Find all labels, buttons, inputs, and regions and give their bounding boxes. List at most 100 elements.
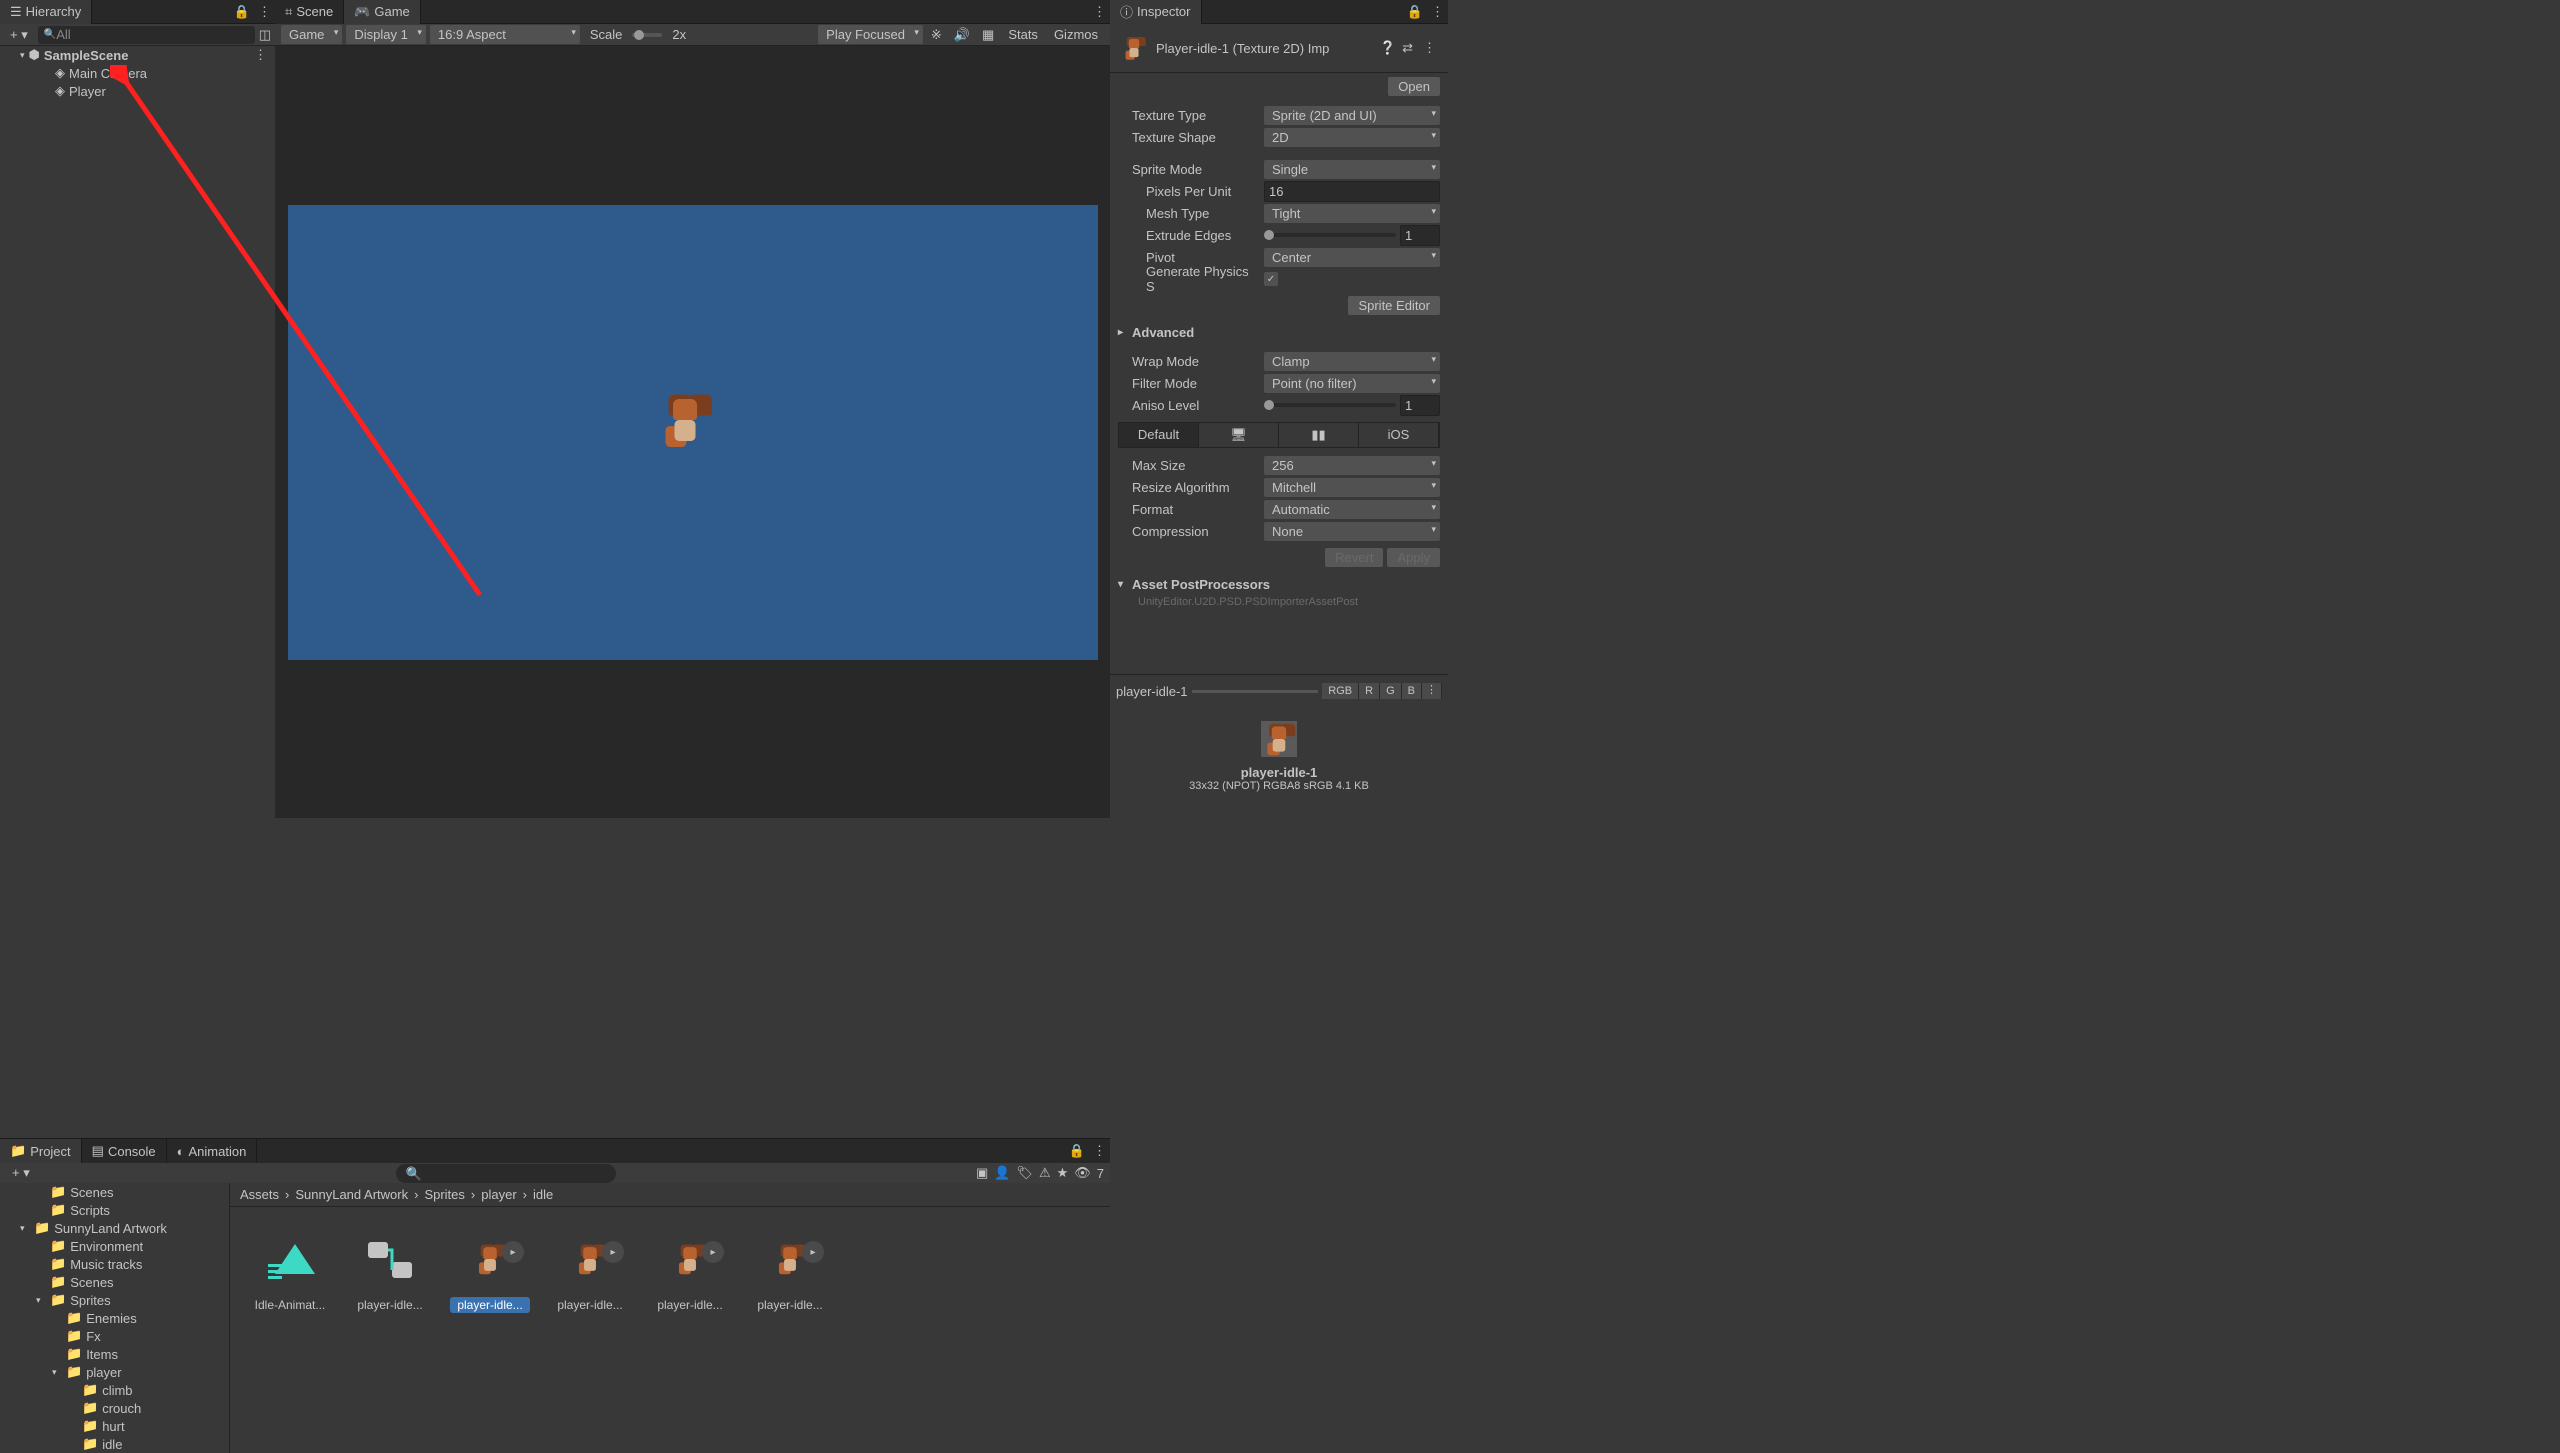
settings-icon[interactable]: ⇄ bbox=[1402, 40, 1413, 56]
hidden-icon[interactable]: 👁 bbox=[1074, 1165, 1091, 1181]
asset-item[interactable]: player-idle... bbox=[350, 1227, 430, 1313]
lock-icon[interactable]: 🔒 bbox=[230, 4, 254, 20]
mute-icon[interactable]: ※ bbox=[927, 27, 946, 43]
breadcrumb-item[interactable]: SunnyLand Artwork bbox=[295, 1187, 408, 1202]
folder-item[interactable]: 📁Scenes bbox=[0, 1183, 229, 1201]
sprite-mode-dropdown[interactable]: Single bbox=[1264, 160, 1440, 179]
scene-root-item[interactable]: ▾ ⬢ SampleScene ⋮ bbox=[0, 46, 275, 64]
generate-physics-checkbox[interactable]: ✓ bbox=[1264, 272, 1278, 286]
advanced-header[interactable]: Advanced bbox=[1118, 321, 1440, 344]
resize-algo-dropdown[interactable]: Mitchell bbox=[1264, 478, 1440, 497]
filter-icon[interactable]: ▣ bbox=[976, 1165, 988, 1181]
folder-item[interactable]: 📁hurt bbox=[0, 1417, 229, 1435]
gizmos-button[interactable]: Gizmos bbox=[1048, 27, 1104, 42]
sprite-editor-button[interactable]: Sprite Editor bbox=[1348, 296, 1440, 315]
platform-server[interactable]: ▮▮ bbox=[1279, 423, 1359, 447]
asset-item[interactable]: ▸player-idle... bbox=[750, 1227, 830, 1313]
game-tab[interactable]: 🎮 Game bbox=[344, 0, 421, 24]
more-icon[interactable]: ⋮ bbox=[1089, 1143, 1110, 1159]
wrap-mode-dropdown[interactable]: Clamp bbox=[1264, 352, 1440, 371]
folder-item[interactable]: 📁Scripts bbox=[0, 1201, 229, 1219]
breadcrumb-item[interactable]: Assets bbox=[240, 1187, 279, 1202]
lock-icon[interactable]: 🔒 bbox=[1065, 1143, 1089, 1159]
scene-tab[interactable]: ⌗ Scene bbox=[275, 0, 344, 24]
scale-slider[interactable] bbox=[632, 33, 662, 37]
project-add-button[interactable]: + ▾ bbox=[6, 1163, 36, 1183]
channel-more[interactable]: ⋮ bbox=[1422, 683, 1442, 699]
folder-item[interactable]: 📁Fx bbox=[0, 1327, 229, 1345]
platform-tabs[interactable]: Default 🖥 ▮▮ iOS bbox=[1118, 422, 1440, 448]
folder-item[interactable]: 📁Items bbox=[0, 1345, 229, 1363]
folder-item[interactable]: ▾📁player bbox=[0, 1363, 229, 1381]
channel-b[interactable]: B bbox=[1402, 683, 1422, 699]
open-button[interactable]: Open bbox=[1388, 77, 1440, 96]
apply-button[interactable]: Apply bbox=[1387, 548, 1440, 567]
tag-icon[interactable]: 🏷 bbox=[1016, 1165, 1033, 1181]
more-icon[interactable]: ⋮ bbox=[254, 4, 275, 20]
postprocessors-header[interactable]: Asset PostProcessors bbox=[1118, 573, 1440, 596]
revert-button[interactable]: Revert bbox=[1325, 548, 1383, 567]
console-tab[interactable]: ▤ Console bbox=[82, 1139, 167, 1163]
project-tab[interactable]: 📁 Project bbox=[0, 1139, 82, 1163]
hierarchy-tab[interactable]: ☰ Hierarchy bbox=[0, 0, 92, 24]
label-icon[interactable]: 👤 bbox=[994, 1165, 1010, 1181]
animation-tab[interactable]: ◐ Animation bbox=[167, 1139, 258, 1163]
folder-item[interactable]: 📁Scenes bbox=[0, 1273, 229, 1291]
star-icon[interactable]: ★ bbox=[1057, 1165, 1069, 1181]
aspect-dropdown[interactable]: 16:9 Aspect bbox=[430, 25, 580, 44]
frame-debugger-icon[interactable]: ▦ bbox=[978, 27, 998, 43]
folder-item[interactable]: ▾📁Sprites bbox=[0, 1291, 229, 1309]
scene-filter-icon[interactable]: ◫ bbox=[259, 27, 271, 43]
breadcrumb-item[interactable]: Sprites bbox=[424, 1187, 464, 1202]
asset-item[interactable]: Idle-Animat... bbox=[250, 1227, 330, 1313]
folder-item[interactable]: 📁Music tracks bbox=[0, 1255, 229, 1273]
platform-ios[interactable]: iOS bbox=[1359, 423, 1439, 447]
pivot-dropdown[interactable]: Center bbox=[1264, 248, 1440, 267]
warn-icon[interactable]: ⚠ bbox=[1039, 1165, 1051, 1181]
breadcrumb[interactable]: Assets›SunnyLand Artwork›Sprites›player›… bbox=[230, 1183, 1110, 1207]
preview-zoom-slider[interactable] bbox=[1192, 690, 1319, 693]
project-folder-tree[interactable]: 📁Scenes📁Scripts▾📁SunnyLand Artwork📁Envir… bbox=[0, 1183, 230, 1453]
hierarchy-item-main-camera[interactable]: ◈ Main Camera bbox=[0, 64, 275, 82]
game-mode-dropdown[interactable]: Game bbox=[281, 25, 342, 44]
texture-type-dropdown[interactable]: Sprite (2D and UI) bbox=[1264, 106, 1440, 125]
audio-icon[interactable]: 🔊 bbox=[950, 27, 974, 43]
folder-item[interactable]: 📁Environment bbox=[0, 1237, 229, 1255]
more-icon[interactable]: ⋮ bbox=[1419, 40, 1440, 56]
add-button[interactable]: + ▾ bbox=[4, 25, 34, 45]
channel-r[interactable]: R bbox=[1359, 683, 1380, 699]
platform-standalone[interactable]: 🖥 bbox=[1199, 423, 1279, 447]
help-icon[interactable]: ❔ bbox=[1380, 40, 1396, 56]
ppu-input[interactable] bbox=[1264, 181, 1440, 202]
scene-more-icon[interactable]: ⋮ bbox=[250, 47, 271, 63]
platform-default[interactable]: Default bbox=[1119, 423, 1199, 447]
folder-item[interactable]: 📁Enemies bbox=[0, 1309, 229, 1327]
extrude-input[interactable] bbox=[1400, 225, 1440, 246]
asset-item[interactable]: ▸player-idle... bbox=[450, 1227, 530, 1313]
channel-rgb[interactable]: RGB bbox=[1322, 683, 1359, 699]
breadcrumb-item[interactable]: idle bbox=[533, 1187, 553, 1202]
compression-dropdown[interactable]: None bbox=[1264, 522, 1440, 541]
format-dropdown[interactable]: Automatic bbox=[1264, 500, 1440, 519]
max-size-dropdown[interactable]: 256 bbox=[1264, 456, 1440, 475]
extrude-slider[interactable] bbox=[1264, 233, 1396, 237]
filter-mode-dropdown[interactable]: Point (no filter) bbox=[1264, 374, 1440, 393]
asset-item[interactable]: ▸player-idle... bbox=[550, 1227, 630, 1313]
folder-item[interactable]: 📁climb bbox=[0, 1381, 229, 1399]
lock-icon[interactable]: 🔒 bbox=[1403, 4, 1427, 20]
display-dropdown[interactable]: Display 1 bbox=[346, 25, 425, 44]
inspector-tab[interactable]: ⓘ Inspector bbox=[1110, 0, 1202, 24]
folder-item[interactable]: 📁idle bbox=[0, 1435, 229, 1453]
tab-more-icon[interactable]: ⋮ bbox=[1089, 4, 1110, 20]
stats-button[interactable]: Stats bbox=[1002, 27, 1044, 42]
hierarchy-search[interactable]: 🔍 All bbox=[38, 26, 255, 44]
breadcrumb-item[interactable]: player bbox=[481, 1187, 516, 1202]
asset-item[interactable]: ▸player-idle... bbox=[650, 1227, 730, 1313]
hierarchy-item-player[interactable]: ◈ Player bbox=[0, 82, 275, 100]
play-focused-dropdown[interactable]: Play Focused bbox=[818, 25, 923, 44]
mesh-type-dropdown[interactable]: Tight bbox=[1264, 204, 1440, 223]
folder-item[interactable]: ▾📁SunnyLand Artwork bbox=[0, 1219, 229, 1237]
folder-item[interactable]: 📁crouch bbox=[0, 1399, 229, 1417]
more-icon[interactable]: ⋮ bbox=[1427, 4, 1448, 20]
project-search[interactable] bbox=[396, 1164, 616, 1183]
